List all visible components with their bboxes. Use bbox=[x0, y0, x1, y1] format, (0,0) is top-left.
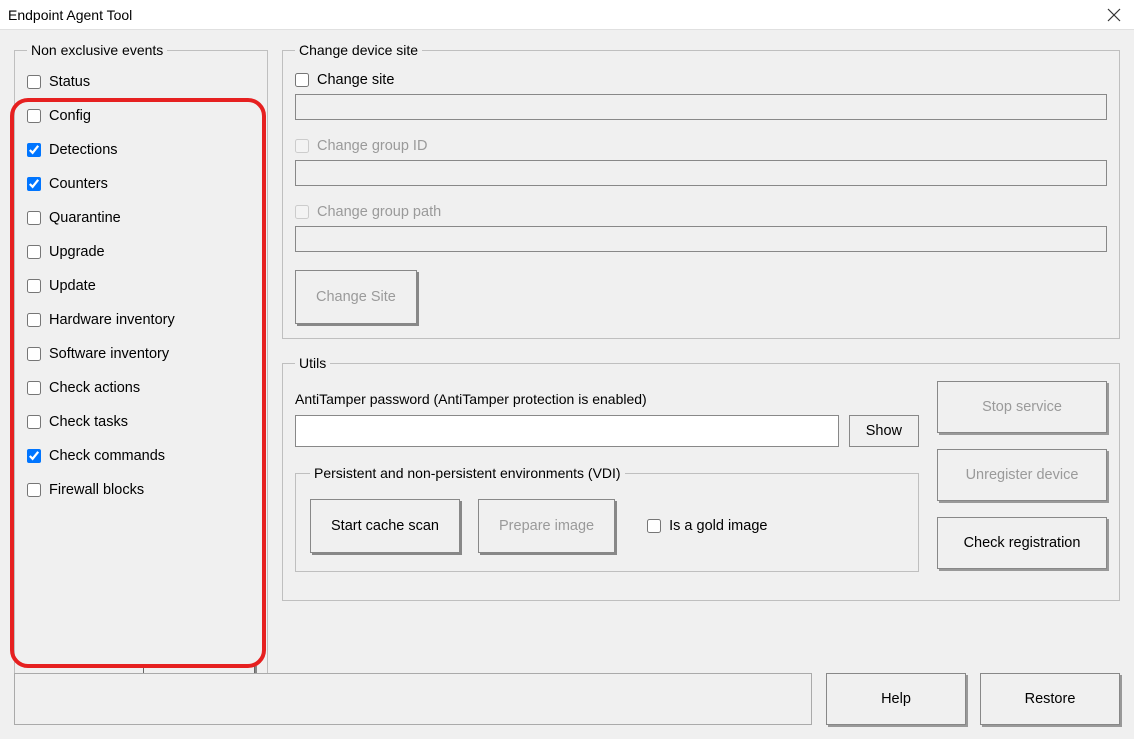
event-label: Status bbox=[49, 74, 90, 90]
start-cache-scan-button[interactable]: Start cache scan bbox=[310, 499, 460, 553]
check-registration-button[interactable]: Check registration bbox=[937, 517, 1107, 569]
event-label: Check commands bbox=[49, 448, 165, 464]
change-group-path-label: Change group path bbox=[317, 204, 441, 220]
site-legend: Change device site bbox=[295, 42, 422, 58]
antitamper-password-input[interactable] bbox=[295, 415, 839, 447]
event-label: Software inventory bbox=[49, 346, 169, 362]
event-label: Hardware inventory bbox=[49, 312, 175, 328]
event-row: Check tasks bbox=[27, 414, 255, 430]
event-checkbox-config[interactable] bbox=[27, 109, 41, 123]
event-checkbox-software-inventory[interactable] bbox=[27, 347, 41, 361]
event-label: Config bbox=[49, 108, 91, 124]
change-group-id-checkbox[interactable] bbox=[295, 139, 309, 153]
event-row: Detections bbox=[27, 142, 255, 158]
stop-service-button[interactable]: Stop service bbox=[937, 381, 1107, 433]
event-checkbox-check-actions[interactable] bbox=[27, 381, 41, 395]
event-label: Firewall blocks bbox=[49, 482, 144, 498]
close-button[interactable] bbox=[1102, 3, 1126, 27]
event-row: Firewall blocks bbox=[27, 482, 255, 498]
change-group-path-checkbox[interactable] bbox=[295, 205, 309, 219]
event-checkbox-counters[interactable] bbox=[27, 177, 41, 191]
event-checkbox-check-commands[interactable] bbox=[27, 449, 41, 463]
event-checkbox-check-tasks[interactable] bbox=[27, 415, 41, 429]
utils-legend: Utils bbox=[295, 355, 330, 371]
window-titlebar: Endpoint Agent Tool bbox=[0, 0, 1134, 30]
event-row: Hardware inventory bbox=[27, 312, 255, 328]
event-row: Config bbox=[27, 108, 255, 124]
event-label: Detections bbox=[49, 142, 118, 158]
event-row: Update bbox=[27, 278, 255, 294]
prepare-image-button[interactable]: Prepare image bbox=[478, 499, 615, 553]
vdi-legend: Persistent and non-persistent environmen… bbox=[310, 465, 625, 481]
event-row: Quarantine bbox=[27, 210, 255, 226]
event-checkbox-quarantine[interactable] bbox=[27, 211, 41, 225]
status-field bbox=[14, 673, 812, 725]
event-row: Status bbox=[27, 74, 255, 90]
window-title: Endpoint Agent Tool bbox=[8, 7, 132, 23]
unregister-device-button[interactable]: Unregister device bbox=[937, 449, 1107, 501]
events-legend: Non exclusive events bbox=[27, 42, 167, 58]
event-label: Check tasks bbox=[49, 414, 128, 430]
restore-button[interactable]: Restore bbox=[980, 673, 1120, 725]
event-row: Software inventory bbox=[27, 346, 255, 362]
change-site-button[interactable]: Change Site bbox=[295, 270, 417, 324]
event-row: Check commands bbox=[27, 448, 255, 464]
non-exclusive-events-group: Non exclusive events Status Config Detecti… bbox=[14, 42, 268, 725]
event-checkbox-status[interactable] bbox=[27, 75, 41, 89]
footer-bar: Help Restore bbox=[14, 673, 1120, 725]
antitamper-label: AntiTamper password (AntiTamper protecti… bbox=[295, 391, 919, 407]
event-checkbox-update[interactable] bbox=[27, 279, 41, 293]
event-label: Quarantine bbox=[49, 210, 121, 226]
event-checkbox-detections[interactable] bbox=[27, 143, 41, 157]
event-label: Upgrade bbox=[49, 244, 105, 260]
event-checkbox-hardware-inventory[interactable] bbox=[27, 313, 41, 327]
close-icon bbox=[1107, 8, 1121, 22]
change-group-id-label: Change group ID bbox=[317, 138, 427, 154]
event-row: Upgrade bbox=[27, 244, 255, 260]
gold-image-checkbox[interactable] bbox=[647, 519, 661, 533]
change-site-input[interactable] bbox=[295, 94, 1107, 120]
utils-group: Utils AntiTamper password (AntiTamper pr… bbox=[282, 355, 1120, 601]
event-label: Update bbox=[49, 278, 96, 294]
event-row: Check actions bbox=[27, 380, 255, 396]
help-button[interactable]: Help bbox=[826, 673, 966, 725]
show-password-button[interactable]: Show bbox=[849, 415, 919, 447]
event-checkbox-upgrade[interactable] bbox=[27, 245, 41, 259]
change-site-label: Change site bbox=[317, 72, 394, 88]
event-label: Check actions bbox=[49, 380, 140, 396]
change-site-checkbox[interactable] bbox=[295, 73, 309, 87]
change-group-path-input[interactable] bbox=[295, 226, 1107, 252]
gold-image-label: Is a gold image bbox=[669, 518, 767, 534]
change-group-id-input[interactable] bbox=[295, 160, 1107, 186]
change-device-site-group: Change device site Change site Change gr… bbox=[282, 42, 1120, 339]
event-row: Counters bbox=[27, 176, 255, 192]
event-label: Counters bbox=[49, 176, 108, 192]
event-checkbox-firewall-blocks[interactable] bbox=[27, 483, 41, 497]
vdi-group: Persistent and non-persistent environmen… bbox=[295, 465, 919, 572]
